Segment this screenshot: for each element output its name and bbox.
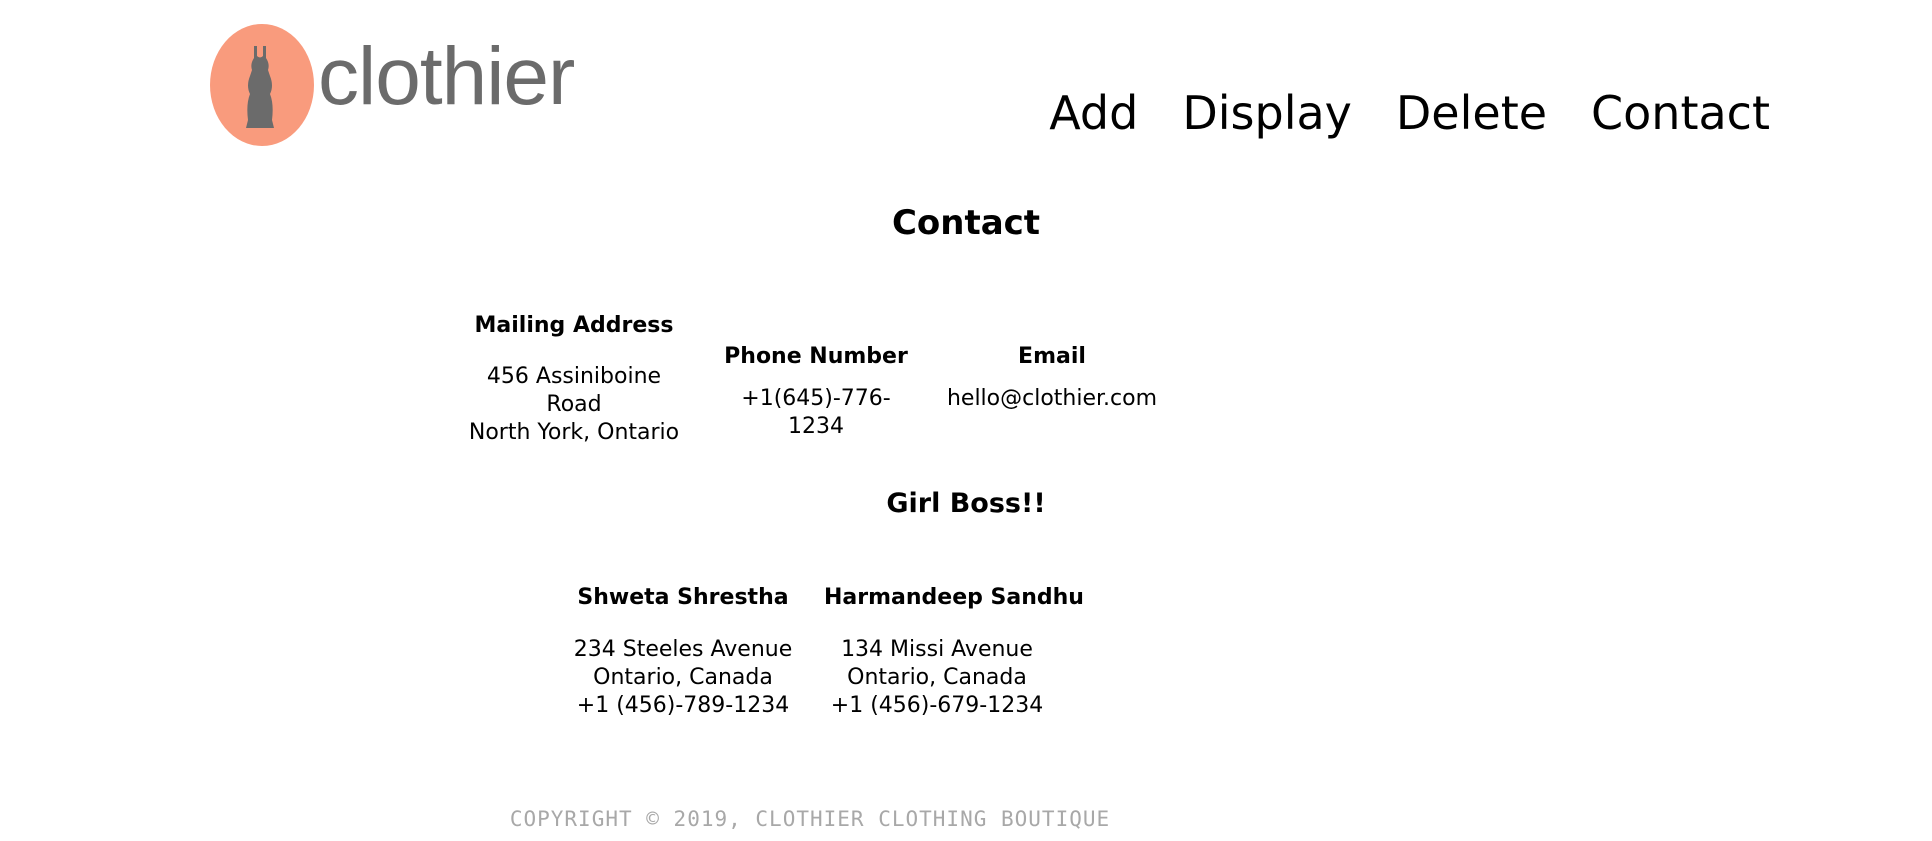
logo-badge [210, 24, 314, 146]
girl-boss-table: Shweta Shrestha 234 Steeles Avenue Ontar… [0, 585, 1776, 720]
boss-card: Harmandeep Sandhu 134 Missi Avenue Ontar… [810, 585, 1084, 720]
phone-number-value: +1(645)-776-1234 [741, 386, 891, 439]
logo-link[interactable]: clothier [210, 24, 575, 146]
brand-name: clothier [318, 31, 575, 122]
boss-address-line2: Ontario, Canada [847, 665, 1027, 690]
nav-delete[interactable]: Delete [1396, 86, 1547, 141]
boss-address-line2: Ontario, Canada [593, 665, 773, 690]
boss-address-line1: 234 Steeles Avenue [573, 637, 793, 662]
copyright-footer: COPYRIGHT © 2019, CLOTHIER CLOTHING BOUT… [509, 807, 1111, 831]
boss-phone: +1 (456)-789-1234 [576, 693, 790, 718]
boss-card: Shweta Shrestha 234 Steeles Avenue Ontar… [556, 585, 810, 720]
boss-phone: +1 (456)-679-1234 [830, 693, 1044, 718]
phone-number-heading: Phone Number [724, 343, 908, 369]
mailing-address-line1: 456 Assiniboine Road [486, 364, 662, 417]
nav-display[interactable]: Display [1182, 86, 1352, 141]
girl-boss-title: Girl Boss!! [886, 488, 1046, 519]
boss-name: Harmandeep Sandhu [824, 585, 1084, 610]
page-title: Contact [891, 203, 1041, 243]
email-heading: Email [1018, 343, 1086, 369]
nav-contact[interactable]: Contact [1591, 86, 1770, 141]
phone-number-column: Phone Number +1(645)-776-1234 [702, 327, 930, 447]
boss-name: Shweta Shrestha [577, 585, 789, 610]
email-column: Email hello@clothier.com [930, 327, 1174, 447]
dress-icon [246, 46, 274, 128]
boss-address-line1: 134 Missi Avenue [841, 637, 1033, 662]
nav-add[interactable]: Add [1049, 86, 1138, 141]
mailing-address-heading: Mailing Address [474, 313, 674, 338]
mailing-address-line2: North York, Ontario [468, 420, 680, 445]
email-value: hello@clothier.com [946, 386, 1158, 411]
mailing-address-column: Mailing Address 456 Assiniboine Road Nor… [446, 313, 702, 447]
main-nav: Add Display Delete Contact [1049, 86, 1770, 141]
contact-info-table: Mailing Address 456 Assiniboine Road Nor… [0, 305, 1776, 447]
